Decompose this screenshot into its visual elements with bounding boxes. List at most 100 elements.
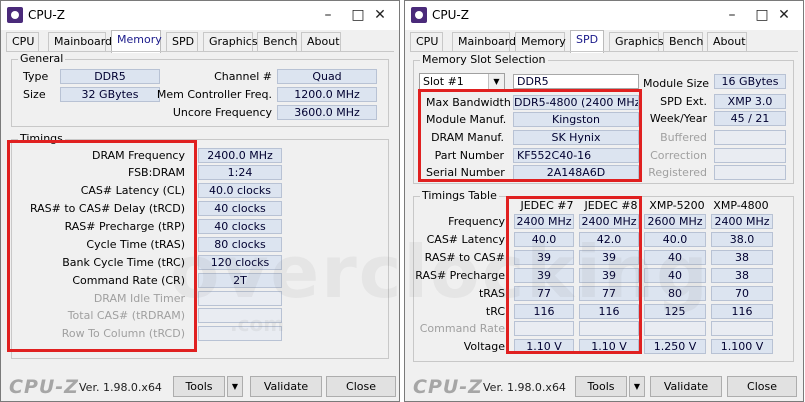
tab-spd[interactable]: SPD [570,30,604,53]
fsb-dram-value: 1:24 [198,165,282,180]
dram-manuf-value: SK Hynix [513,130,639,145]
table-cell: 38 [711,250,773,265]
col-jedec8: JEDEC #8 [584,199,638,212]
maximize-icon[interactable]: □ [751,5,773,25]
table-cell: 2400 MHz [711,214,773,229]
tab-cpu[interactable]: CPU [410,32,443,52]
slot-select[interactable]: Slot #1 ▼ [419,73,505,91]
minimize-icon[interactable]: – [317,5,339,25]
tab-cpu[interactable]: CPU [6,32,39,52]
part-number-label: Part Number [434,149,504,162]
tab-about[interactable]: About [301,32,341,52]
module-manuf-label: Module Manuf. [426,113,507,126]
module-size-value: 16 GBytes [714,74,786,89]
table-cell: 116 [579,304,639,319]
tab-mainboard[interactable]: Mainboard [452,32,516,52]
dram-idle-timer-label: DRAM Idle Timer [93,292,185,305]
total-cas-value [198,308,282,323]
validate-button[interactable]: Validate [650,376,722,397]
serial-number-label: Serial Number [426,166,505,179]
trp-value: 40 clocks [198,219,282,234]
table-cell: 77 [579,286,639,301]
size-label: Size [23,88,46,101]
close-button[interactable]: Close [326,376,396,397]
general-group: General Type DDR5 Size 32 GBytes Channel… [11,52,389,127]
tras-label: Cycle Time (tRAS) [86,238,185,251]
window-title: CPU-Z [28,8,65,22]
total-cas-label: Total CAS# (tRDRAM) [67,309,185,322]
table-cell: 38 [711,268,773,283]
table-cell: 116 [711,304,773,319]
mem-controller-label: Mem Controller Freq. [156,88,272,101]
table-cell: 40 [644,250,706,265]
tools-dropdown-icon[interactable]: ▼ [629,376,645,397]
table-cell: 70 [711,286,773,301]
max-bandwidth-value: DDR5-4800 (2400 MHz) [513,95,639,110]
table-cell: 1.100 V [711,339,773,354]
table-row-label: RAS# to CAS# [424,251,505,264]
tab-about[interactable]: About [707,32,747,52]
tab-bench[interactable]: Bench [663,32,703,52]
tab-graphics[interactable]: Graphics [609,32,664,52]
registered-label: Registered [648,166,707,179]
dram-manuf-label: DRAM Manuf. [431,131,504,144]
table-cell: 2400 MHz [514,214,574,229]
tools-button[interactable]: Tools [575,376,627,397]
mem-controller-value: 1200.0 MHz [277,87,377,102]
table-row-label: Voltage [463,340,505,353]
registered-value [714,165,786,180]
table-cell: 1.10 V [514,339,574,354]
title-bar[interactable]: CPU-Z – □ ✕ [405,1,803,30]
table-cell [711,321,773,336]
tab-spd[interactable]: SPD [166,32,198,52]
max-bandwidth-label: Max Bandwidth [426,96,511,109]
timings-table-title: Timings Table [420,189,499,203]
slot-select-value: Slot #1 [423,75,464,88]
version-text: Ver. 1.98.0.x64 [79,381,162,394]
module-manuf-value: Kingston [513,112,639,127]
table-cell: 80 [644,286,706,301]
close-icon[interactable]: ✕ [369,5,391,25]
validate-button[interactable]: Validate [250,376,322,397]
cas-latency-label: CAS# Latency (CL) [80,184,185,197]
general-group-title: General [18,52,66,66]
table-cell: 39 [514,268,574,283]
close-icon[interactable]: ✕ [773,5,795,25]
cpuz-memory-window: CPU-Z – □ ✕ CPU Mainboard Memory SPD Gra… [0,0,400,402]
trcd-value: 40 clocks [198,201,282,216]
channel-value: Quad [277,69,377,84]
chevron-down-icon[interactable]: ▼ [488,74,504,90]
minimize-icon[interactable]: – [721,5,743,25]
tools-dropdown-icon[interactable]: ▼ [227,376,243,397]
table-cell: 39 [579,268,639,283]
maximize-icon[interactable]: □ [347,5,369,25]
cpuz-app-icon [7,7,23,23]
dram-frequency-label: DRAM Frequency [91,149,185,162]
footer-bar: CPU-Z Ver. 1.98.0.x64 Tools ▼ Validate C… [1,373,399,401]
command-rate-value: 2T [198,273,282,288]
close-button[interactable]: Close [727,376,797,397]
table-cell: 77 [514,286,574,301]
table-cell [514,321,574,336]
correction-label: Correction [650,149,707,162]
type-value: DDR5 [60,69,160,84]
tab-memory[interactable]: Memory [111,30,162,53]
col-jedec7: JEDEC #7 [520,199,574,212]
table-cell: 2400 MHz [579,214,639,229]
trp-label: RAS# Precharge (tRP) [64,220,185,233]
tab-mainboard[interactable]: Mainboard [48,32,112,52]
tab-graphics[interactable]: Graphics [203,32,258,52]
window-title: CPU-Z [432,8,469,22]
module-size-label: Module Size [643,77,710,90]
table-row-label: Frequency [448,215,505,228]
tab-bench[interactable]: Bench [257,32,297,52]
tras-value: 80 clocks [198,237,282,252]
tab-memory[interactable]: Memory [515,32,566,52]
fsb-dram-label: FSB:DRAM [127,166,185,179]
channel-label: Channel # [214,70,272,83]
tools-button[interactable]: Tools [173,376,225,397]
title-bar[interactable]: CPU-Z – □ ✕ [1,1,399,30]
week-year-label: Week/Year [649,112,707,125]
spd-ext-label: SPD Ext. [660,95,707,108]
table-row-label: RAS# Precharge [415,269,505,282]
